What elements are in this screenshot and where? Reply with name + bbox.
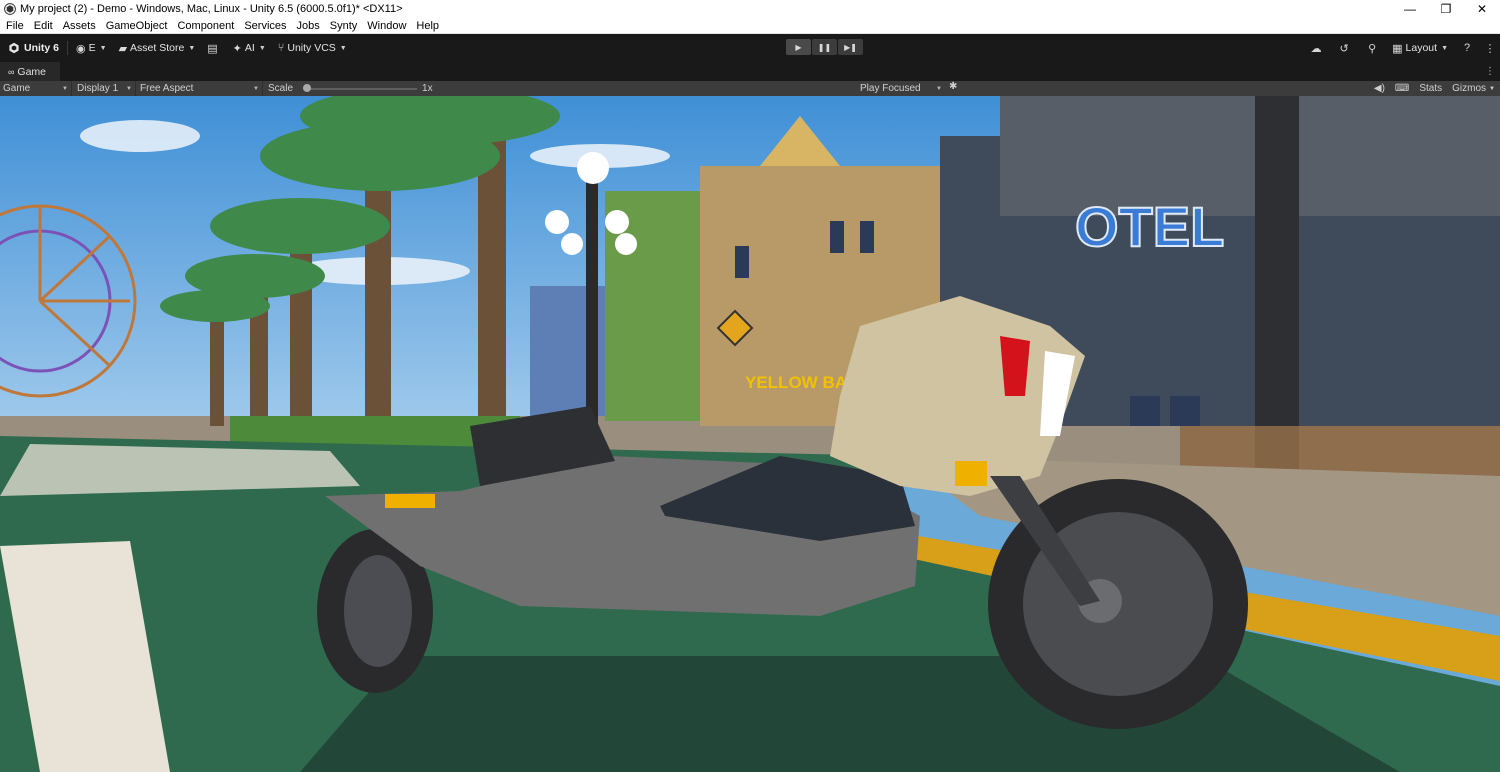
display-dropdown[interactable]: Display 1 ▼ <box>74 81 136 96</box>
menu-assets[interactable]: Assets <box>58 18 101 34</box>
scale-label: Scale <box>268 83 294 94</box>
account-dropdown[interactable]: ◉ E ▼ <box>70 38 113 58</box>
maximize-button[interactable]: ❐ <box>1428 0 1464 18</box>
view-dropdown[interactable]: Game ▼ <box>0 81 72 96</box>
game-toolbar-right: ◀) ⌨ Stats Gizmos ▼ <box>1369 81 1500 96</box>
search-button[interactable]: ⚲ <box>1358 42 1386 55</box>
cloud-icon: ☁ <box>1310 42 1322 55</box>
game-view-toolbar: Game ▼ Display 1 ▼ Free Aspect ▼ Scale 1… <box>0 81 1500 96</box>
sparkle-icon: ✦ <box>232 42 242 55</box>
stats-button[interactable]: Stats <box>1414 83 1447 94</box>
chevron-down-icon[interactable]: ▼ <box>1488 86 1500 92</box>
more-icon: ⋮ <box>1484 42 1496 55</box>
branch-icon: ⑂ <box>277 42 285 54</box>
menu-edit[interactable]: Edit <box>29 18 58 34</box>
menu-bar: File Edit Assets GameObject Component Se… <box>0 18 1500 34</box>
asset-store-dropdown[interactable]: ▰ Asset Store ▼ <box>113 38 202 58</box>
shopping-bag-icon: ▰ <box>118 42 128 55</box>
main-toolbar: Unity 6 ◉ E ▼ ▰ Asset Store ▼ ▤ ✦ AI ▼ ⑂… <box>0 34 1500 62</box>
help-button[interactable]: ? <box>1454 42 1480 54</box>
cloud-button[interactable]: ☁ <box>1302 42 1330 55</box>
tab-strip: ∞ Game ⋮ <box>0 62 1500 81</box>
window-title-bar: My project (2) - Demo - Windows, Mac, Li… <box>0 0 1500 18</box>
menu-help[interactable]: Help <box>411 18 444 34</box>
hotel-sign: OTEL <box>1075 195 1224 258</box>
game-scene-render: OTEL YELLOW BANANA <box>0 96 1500 772</box>
unity-logo-icon <box>4 3 16 15</box>
scale-slider-thumb[interactable] <box>303 83 312 92</box>
menu-file[interactable]: File <box>0 18 29 34</box>
unity-brand-label: Unity 6 <box>24 42 60 54</box>
package-icon: ▤ <box>207 42 218 55</box>
pause-button[interactable]: ❚❚ <box>812 39 837 55</box>
toolbar-right: ☁ ↺ ⚲ ▦ Layout ▼ ? ⋮ <box>1302 38 1500 58</box>
window-title: My project (2) - Demo - Windows, Mac, Li… <box>20 3 403 15</box>
user-icon: ◉ <box>76 42 86 55</box>
game-viewport[interactable]: OTEL YELLOW BANANA <box>0 96 1500 772</box>
gizmos-dropdown[interactable]: Gizmos <box>1447 83 1488 94</box>
menu-synty[interactable]: Synty <box>325 18 363 34</box>
tab-game-label: Game <box>17 65 47 78</box>
chevron-down-icon: ▼ <box>258 44 266 52</box>
play-icon: ▶ <box>795 42 802 52</box>
step-icon: ▶❚ <box>844 42 857 52</box>
play-mode-label: Play Focused <box>860 83 921 94</box>
aspect-label: Free Aspect <box>140 83 194 94</box>
ai-dropdown[interactable]: ✦ AI ▼ <box>227 38 272 58</box>
play-controls: ▶ ❚❚ ▶❚ <box>786 39 863 55</box>
chevron-down-icon: ▼ <box>126 85 132 92</box>
chevron-down-icon: ▼ <box>62 85 68 92</box>
minimize-button[interactable]: — <box>1392 0 1428 18</box>
layout-dropdown[interactable]: ▦ Layout ▼ <box>1386 38 1454 58</box>
display-label: Display 1 <box>77 83 119 94</box>
mute-audio-icon[interactable]: ◀) <box>1369 83 1390 94</box>
bug-icon[interactable]: ✱ <box>949 81 957 92</box>
play-mode-dropdown[interactable]: Play Focused ▼ <box>857 81 945 96</box>
chevron-down-icon: ▼ <box>253 85 259 92</box>
unity-account-button[interactable]: Unity 6 <box>0 38 65 58</box>
history-button[interactable]: ↺ <box>1330 42 1358 55</box>
gizmos-label: Gizmos <box>1452 83 1487 94</box>
account-label: E <box>88 42 96 54</box>
menu-window[interactable]: Window <box>362 18 411 34</box>
chevron-down-icon: ▼ <box>1441 44 1448 52</box>
chevron-down-icon: ▼ <box>99 44 107 52</box>
toolbar-divider <box>67 41 69 55</box>
menu-component[interactable]: Component <box>172 18 239 34</box>
toolbar-menu-button[interactable]: ⋮ <box>1480 42 1500 55</box>
chevron-down-icon: ▼ <box>188 44 196 52</box>
view-label: Game <box>3 83 31 94</box>
history-icon: ↺ <box>1339 42 1349 55</box>
keyboard-shortcuts-icon[interactable]: ⌨ <box>1390 83 1414 94</box>
layout-icon: ▦ <box>1392 42 1403 55</box>
asset-store-label: Asset Store <box>130 42 185 54</box>
play-button[interactable]: ▶ <box>786 39 811 55</box>
close-button[interactable]: ✕ <box>1464 0 1500 18</box>
step-button[interactable]: ▶❚ <box>838 39 863 55</box>
chevron-down-icon: ▼ <box>936 85 942 92</box>
gamepad-icon: ∞ <box>8 66 15 77</box>
search-icon: ⚲ <box>1368 42 1377 55</box>
menu-jobs[interactable]: Jobs <box>292 18 325 34</box>
tab-game[interactable]: ∞ Game <box>0 62 60 81</box>
aspect-dropdown[interactable]: Free Aspect ▼ <box>137 81 263 96</box>
package-button[interactable]: ▤ <box>201 38 226 58</box>
unity-logo-icon <box>9 42 19 54</box>
vcs-label: Unity VCS <box>287 42 336 54</box>
menu-services[interactable]: Services <box>239 18 291 34</box>
tab-more-icon[interactable]: ⋮ <box>1485 66 1495 77</box>
unity-vcs-dropdown[interactable]: ⑂ Unity VCS ▼ <box>272 38 353 58</box>
menu-gameobject[interactable]: GameObject <box>101 18 173 34</box>
help-icon: ? <box>1463 42 1471 54</box>
layout-label: Layout <box>1405 42 1438 54</box>
scale-slider[interactable] <box>303 83 418 92</box>
pause-icon: ❚❚ <box>817 42 832 52</box>
chevron-down-icon: ▼ <box>339 44 347 52</box>
scale-control: Scale 1x <box>264 81 433 96</box>
ai-label: AI <box>244 42 255 54</box>
scale-value: 1x <box>422 83 433 94</box>
